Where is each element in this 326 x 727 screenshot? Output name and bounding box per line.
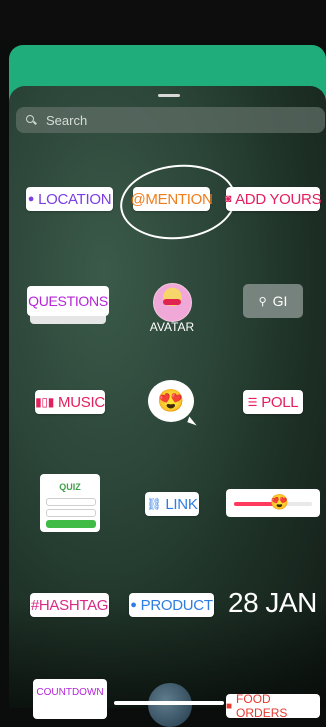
sticker-poll-label: POLL: [261, 393, 299, 411]
sticker-emoji-reaction[interactable]: 😍: [148, 380, 194, 422]
search-icon: [26, 115, 36, 125]
sticker-link-label: LINK: [165, 495, 198, 513]
sticker-product[interactable]: ● PRODUCT: [129, 593, 214, 617]
sticker-avatar-label: AVATAR: [149, 320, 195, 334]
quiz-option: [46, 498, 96, 506]
poll-lines-icon: ☰: [247, 396, 258, 409]
food-bag-icon: ■: [226, 700, 233, 712]
home-indicator[interactable]: [114, 701, 224, 705]
sticker-add-yours[interactable]: ◙ ADD YOURS: [224, 187, 322, 211]
product-bag-icon: ●: [130, 599, 137, 611]
heart-eyes-emoji-icon: 😍: [157, 388, 185, 413]
gif-search-icon: ⚲: [258, 295, 267, 308]
sticker-food-orders-label: FOOD ORDERS: [236, 692, 288, 720]
avatar-image[interactable]: [153, 283, 192, 322]
sunglasses-icon: [163, 299, 181, 305]
sticker-questions-label: QUESTIONS: [27, 286, 109, 316]
sticker-link[interactable]: ⛓ LINK: [145, 492, 199, 516]
sticker-questions[interactable]: QUESTIONS: [27, 286, 111, 324]
sticker-emoji-slider[interactable]: 😍: [226, 489, 320, 517]
sticker-product-label: PRODUCT: [140, 596, 213, 614]
sticker-countdown[interactable]: COUNTDOWN: [33, 679, 107, 719]
search-input[interactable]: [44, 111, 308, 129]
sticker-hashtag-label: #HASHTAG: [30, 596, 109, 614]
slider-knob-emoji[interactable]: 😍: [270, 494, 289, 512]
sticker-quiz-label: QUIZ: [59, 482, 81, 492]
sticker-quiz[interactable]: QUIZ: [40, 474, 100, 532]
sticker-gif-label: GI: [272, 293, 288, 309]
sticker-location-label: LOCATION: [38, 190, 112, 208]
sticker-globe-image[interactable]: [148, 683, 192, 727]
sticker-date[interactable]: 28 JAN: [228, 587, 317, 619]
quiz-option: [46, 509, 96, 517]
sticker-add-yours-label: ADD YOURS: [235, 190, 322, 208]
sticker-music-label: MUSIC: [58, 393, 105, 411]
sticker-food-orders[interactable]: ■ FOOD ORDERS: [226, 692, 320, 720]
sticker-music[interactable]: ▮▯▮ MUSIC: [35, 390, 105, 414]
music-bars-icon: ▮▯▮: [35, 395, 55, 409]
sheet-grabber[interactable]: [158, 94, 180, 97]
sticker-location[interactable]: ● LOCATION: [26, 187, 113, 211]
status-bar: [0, 0, 326, 40]
link-icon: ⛓: [146, 497, 162, 511]
camera-icon: ◙: [224, 193, 232, 205]
sticker-poll[interactable]: ☰ POLL: [243, 390, 303, 414]
sticker-hashtag[interactable]: #HASHTAG: [30, 593, 109, 617]
location-pin-icon: ●: [27, 193, 35, 205]
quiz-option-selected: [46, 520, 96, 528]
search-bar[interactable]: [16, 107, 325, 133]
sticker-countdown-label: COUNTDOWN: [36, 687, 104, 698]
sticker-gif[interactable]: ⚲ GI: [243, 284, 303, 318]
